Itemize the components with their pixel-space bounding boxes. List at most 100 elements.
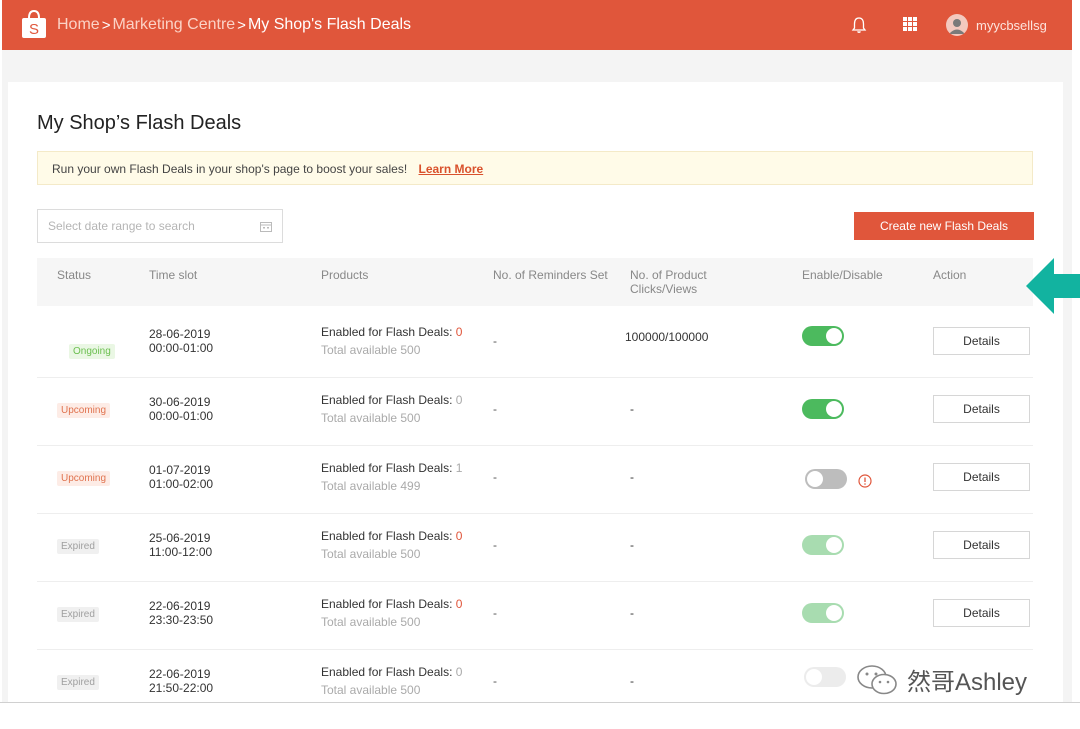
time-slot: 22-06-2019 23:30-23:50 [149, 599, 213, 627]
enable-toggle[interactable] [802, 535, 844, 555]
enabled-label: Enabled for Flash Deals: [321, 665, 456, 679]
svg-text:S: S [29, 21, 39, 38]
header-products: Products [321, 268, 369, 282]
total-available: Total available 500 [321, 343, 421, 357]
shopee-logo-icon[interactable]: S [20, 9, 48, 39]
enabled-count: 0 [455, 529, 463, 543]
status-badge: Ongoing [69, 344, 115, 359]
breadcrumb-separator: > [237, 16, 246, 34]
products-info: Enabled for Flash Deals: 0 Total availab… [321, 595, 462, 631]
products-info: Enabled for Flash Deals: 0 Total availab… [321, 663, 462, 699]
enabled-label: Enabled for Flash Deals: [321, 597, 456, 611]
toggle-knob [826, 537, 842, 553]
warning-icon[interactable] [858, 474, 872, 488]
total-available: Total available 500 [321, 683, 421, 697]
clicks-views: 100000/100000 [625, 330, 709, 344]
header-action: Action [933, 268, 967, 282]
table-row: Expired 22-06-2019 23:30-23:50 Enabled f… [37, 582, 1033, 650]
time-slot-time: 23:30-23:50 [149, 613, 214, 627]
clicks-views: - [630, 538, 634, 552]
toggle-knob [806, 669, 822, 685]
reminders-count: - [493, 538, 497, 552]
date-range-placeholder: Select date range to search [48, 219, 195, 233]
status-badge: Upcoming [57, 471, 111, 486]
enabled-label: Enabled for Flash Deals: [321, 529, 456, 543]
status-badge: Upcoming [57, 403, 111, 418]
page-title: My Shop’s Flash Deals [37, 112, 242, 134]
breadcrumb-home[interactable]: Home [57, 16, 100, 34]
enabled-count: 0 [455, 325, 463, 339]
bottom-divider [0, 702, 1080, 729]
time-slot-date: 30-06-2019 [149, 395, 211, 409]
details-button[interactable]: Details [933, 599, 1030, 627]
enabled-label: Enabled for Flash Deals: [321, 325, 456, 339]
time-slot-time: 01:00-02:00 [149, 477, 214, 491]
details-button[interactable]: Details [933, 531, 1030, 559]
status-badge: Expired [57, 539, 99, 554]
table-row: Upcoming 30-06-2019 00:00-01:00 Enabled … [37, 378, 1033, 446]
header-clicks-line1: No. of Product [630, 268, 707, 282]
header-enable-disable: Enable/Disable [802, 268, 883, 282]
products-info: Enabled for Flash Deals: 0 Total availab… [321, 391, 462, 427]
watermark-text: 然哥Ashley [907, 669, 1028, 696]
reminders-count: - [493, 402, 497, 416]
enabled-count: 0 [455, 597, 463, 611]
breadcrumb-current: My Shop's Flash Deals [247, 16, 412, 33]
total-available: Total available 499 [321, 479, 421, 493]
breadcrumb-marketing-centre[interactable]: Marketing Centre [112, 16, 235, 34]
enable-toggle[interactable] [802, 603, 844, 623]
apps-grid-icon[interactable] [902, 16, 918, 32]
reminders-count: - [493, 470, 497, 484]
info-notice: Run your own Flash Deals in your shop's … [37, 151, 1033, 185]
enabled-count: 0 [455, 665, 463, 679]
table-row: Expired 25-06-2019 11:00-12:00 Enabled f… [37, 514, 1033, 582]
header-time-slot: Time slot [149, 268, 198, 282]
arrow-pointer-icon [1026, 258, 1080, 314]
enable-toggle[interactable] [805, 469, 847, 489]
calendar-icon[interactable] [260, 221, 272, 232]
time-slot: 01-07-2019 01:00-02:00 [149, 463, 213, 491]
reminders-count: - [493, 606, 497, 620]
time-slot-time: 00:00-01:00 [149, 409, 214, 423]
products-info: Enabled for Flash Deals: 1 Total availab… [321, 459, 462, 495]
clicks-views: - [630, 674, 634, 688]
enable-toggle[interactable] [802, 399, 844, 419]
bell-icon[interactable] [850, 16, 868, 34]
time-slot: 25-06-2019 11:00-12:00 [149, 531, 212, 559]
toggle-knob [826, 401, 842, 417]
reminders-count: - [493, 674, 497, 688]
total-available: Total available 500 [321, 547, 421, 561]
header-status: Status [57, 268, 92, 282]
enabled-count: 0 [455, 393, 463, 407]
time-slot-date: 22-06-2019 [149, 599, 211, 613]
table-row: Upcoming 01-07-2019 01:00-02:00 Enabled … [37, 446, 1033, 514]
time-slot-time: 11:00-12:00 [149, 545, 213, 559]
toggle-knob [807, 471, 823, 487]
table-header: Status Time slot Products No. of Reminde… [37, 258, 1033, 306]
products-info: Enabled for Flash Deals: 0 Total availab… [321, 323, 462, 359]
reminders-count: - [493, 334, 497, 348]
details-button[interactable]: Details [933, 327, 1030, 355]
table-row: Ongoing 28-06-2019 00:00-01:00 Enabled f… [37, 310, 1033, 378]
details-button[interactable]: Details [933, 395, 1030, 423]
avatar[interactable] [946, 14, 968, 36]
top-navigation-bar: S Home > Marketing Centre > My Shop's Fl… [2, 0, 1072, 50]
header-reminders: No. of Reminders Set [493, 268, 608, 282]
time-slot-date: 22-06-2019 [149, 667, 211, 681]
enable-toggle[interactable] [804, 667, 846, 687]
status-badge: Expired [57, 675, 99, 690]
create-flash-deals-button[interactable]: Create new Flash Deals [854, 212, 1034, 240]
enabled-label: Enabled for Flash Deals: [321, 393, 456, 407]
time-slot-date: 28-06-2019 [149, 327, 211, 341]
enable-toggle[interactable] [802, 326, 844, 346]
time-slot: 28-06-2019 00:00-01:00 [149, 327, 213, 355]
time-slot: 22-06-2019 21:50-22:00 [149, 667, 213, 695]
details-button[interactable]: Details [933, 463, 1030, 491]
date-range-input[interactable]: Select date range to search [37, 209, 283, 243]
breadcrumb: Home > Marketing Centre > My Shop's Flas… [57, 16, 411, 34]
username[interactable]: myycbsellsg [976, 18, 1047, 33]
notice-text: Run your own Flash Deals in your shop's … [52, 162, 408, 176]
learn-more-link[interactable]: Learn More [419, 162, 484, 176]
time-slot: 30-06-2019 00:00-01:00 [149, 395, 213, 423]
enabled-label: Enabled for Flash Deals: [321, 461, 456, 475]
